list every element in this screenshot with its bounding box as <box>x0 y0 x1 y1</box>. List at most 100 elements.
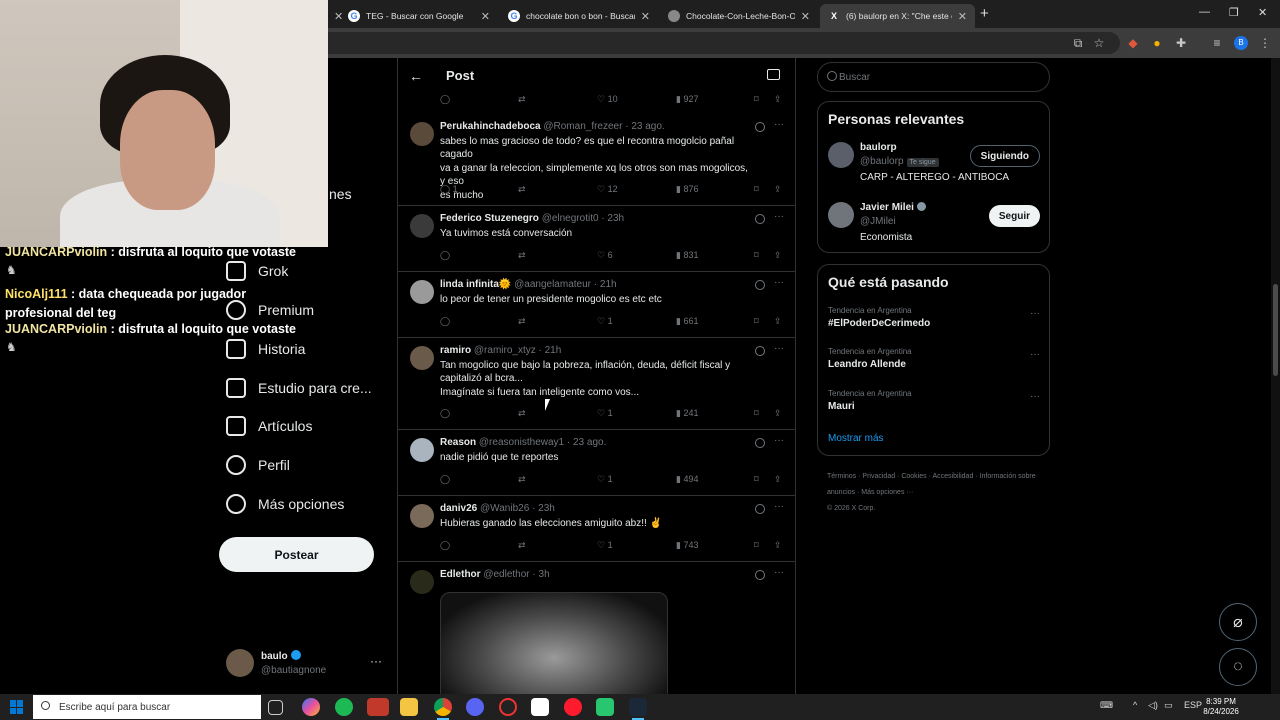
like-icon[interactable]: ♡ 1 <box>597 474 613 485</box>
reply-icon[interactable]: ◯ 1 <box>440 184 458 195</box>
follow-button[interactable]: Seguir <box>988 205 1040 227</box>
share-icon[interactable]: ⇪ <box>774 540 782 551</box>
like-icon[interactable]: ♡ 10 <box>597 94 618 105</box>
network-icon[interactable]: ▭ <box>1164 700 1173 711</box>
reply-tweet[interactable]: Reason @reasonistheway1 · 23 ago. ··· nadi… <box>398 430 795 496</box>
tweet-author-handle[interactable]: @ramiro_xtyz <box>474 345 536 356</box>
post-button[interactable]: Postear <box>219 537 374 572</box>
avatar[interactable] <box>410 122 434 146</box>
bookmark-icon[interactable]: ⌑ <box>754 250 759 261</box>
messages-fab-button[interactable]: ◌ <box>1219 648 1257 686</box>
views-icon[interactable]: ▮ 927 <box>676 94 698 105</box>
repost-icon[interactable]: ⇄ <box>518 94 526 105</box>
repost-icon[interactable]: ⇄ <box>518 250 526 261</box>
bookmark-icon[interactable]: ⌑ <box>754 474 759 485</box>
tweet-author-handle[interactable]: @elnegrotit0 <box>542 213 599 224</box>
views-icon[interactable]: ▮ 494 <box>676 474 698 485</box>
reply-tweet[interactable]: Federico Stuzenegro @elnegrotit0 · 23h ··… <box>398 206 795 272</box>
search-input[interactable] <box>839 69 1039 85</box>
more-icon[interactable]: ··· <box>774 343 784 354</box>
media-controls-icon[interactable]: ≡ <box>1210 36 1224 50</box>
avatar[interactable] <box>410 570 434 594</box>
more-icon[interactable]: ··· <box>1030 308 1040 319</box>
tweet-author-name[interactable]: Federico Stuzenegro <box>440 213 539 224</box>
footer-link[interactable]: Más opciones ··· <box>861 489 913 496</box>
like-icon[interactable]: ♡ 12 <box>597 184 618 195</box>
repost-icon[interactable]: ⇄ <box>518 474 526 485</box>
tweet-timestamp[interactable]: · 21h <box>539 345 562 356</box>
task-view-icon[interactable] <box>268 700 283 715</box>
keyboard-icon[interactable]: ⌨ <box>1100 700 1113 711</box>
reply-tweet[interactable]: daniv26 @Wanib26 · 23h ··· Hubieras ganado… <box>398 496 795 562</box>
avatar[interactable] <box>410 346 434 370</box>
voicemeeter-icon[interactable] <box>367 698 389 716</box>
search-box[interactable] <box>817 62 1050 92</box>
more-icon[interactable]: ··· <box>774 277 784 288</box>
grok-icon[interactable] <box>755 122 765 132</box>
tweet-author-handle[interactable]: @Roman_frezeer <box>543 121 622 132</box>
tweet-timestamp[interactable]: · 23 ago. <box>567 437 606 448</box>
views-icon[interactable]: ▮ 661 <box>676 316 698 327</box>
reply-tweet[interactable]: ramiro @ramiro_xtyz · 21h ··· Tan mogolico… <box>398 338 795 430</box>
opera-icon[interactable] <box>564 698 582 716</box>
footer-link[interactable]: Privacidad <box>862 473 895 480</box>
like-icon[interactable]: ♡ 1 <box>597 316 613 327</box>
account-switcher[interactable]: baulo @bautiagnone ··· <box>226 648 386 680</box>
scrollbar[interactable] <box>1271 58 1280 694</box>
share-icon[interactable]: ⇪ <box>774 408 782 419</box>
show-more-link[interactable]: Mostrar más <box>828 433 884 444</box>
avatar[interactable] <box>410 438 434 462</box>
reply-icon[interactable]: ◯ <box>440 408 450 419</box>
repost-icon[interactable]: ⇄ <box>518 408 526 419</box>
close-icon[interactable]: ✕ <box>641 10 650 23</box>
tweet-timestamp[interactable]: · 23 ago. <box>625 121 664 132</box>
views-icon[interactable]: ▮ 241 <box>676 408 698 419</box>
tweet-author-handle[interactable]: @reasonistheway1 <box>479 437 564 448</box>
file-explorer-icon[interactable] <box>400 698 418 716</box>
bookmark-icon[interactable]: ⌑ <box>754 316 759 327</box>
nav-item-premium[interactable]: Premium <box>226 298 314 322</box>
reply-tweet[interactable]: linda infinita🌞 @aangelamateur · 21h ··· l… <box>398 272 795 338</box>
obs-icon[interactable] <box>499 698 517 716</box>
share-icon[interactable]: ⇪ <box>774 474 782 485</box>
profile-avatar-icon[interactable]: B <box>1234 36 1248 50</box>
nav-item-partial[interactable]: nes <box>329 186 352 202</box>
close-icon[interactable]: ✕ <box>958 10 967 23</box>
browser-menu-icon[interactable]: ⋮ <box>1258 36 1272 50</box>
notion-icon[interactable] <box>531 698 549 716</box>
grok-icon[interactable] <box>755 346 765 356</box>
chrome-icon[interactable] <box>434 698 452 720</box>
like-icon[interactable]: ♡ 1 <box>597 408 613 419</box>
views-icon[interactable]: ▮ 876 <box>676 184 698 195</box>
grok-icon[interactable] <box>755 214 765 224</box>
tweet-timestamp[interactable]: · 3h <box>532 569 549 580</box>
discord-icon[interactable] <box>466 698 484 716</box>
windows-start-icon[interactable] <box>10 700 24 714</box>
tweet-timestamp[interactable]: · 23h <box>532 503 555 514</box>
grok-icon[interactable] <box>755 438 765 448</box>
nav-item-more-options[interactable]: Más opciones <box>226 492 344 516</box>
tweet-author-handle[interactable]: @aangelamateur <box>514 279 591 290</box>
tweet-timestamp[interactable]: · 21h <box>594 279 617 290</box>
reply-icon[interactable]: ◯ <box>440 540 450 551</box>
bookmark-icon[interactable]: ⌑ <box>754 94 759 105</box>
repost-icon[interactable]: ⇄ <box>518 540 526 551</box>
share-icon[interactable]: ⇪ <box>774 250 782 261</box>
avatar[interactable] <box>410 214 434 238</box>
tweet-author-handle[interactable]: @Wanib26 <box>480 503 529 514</box>
tab-chocolate-image[interactable]: Chocolate-Con-Leche-Bon-O-B ✕ <box>660 4 818 28</box>
tab-x-post[interactable]: X (6) baulorp en X: "Che este es n ✕ <box>820 4 975 28</box>
person-milei[interactable]: Javier Milei @JMilei Economista Seguir <box>828 202 1040 246</box>
minimize-button[interactable]: — <box>1199 6 1210 18</box>
like-icon[interactable]: ♡ 6 <box>597 250 613 261</box>
nav-item-historia[interactable]: Historia <box>226 337 305 361</box>
new-tab-button[interactable]: + <box>980 5 989 22</box>
reply-tweet[interactable]: Perukahinchadeboca @Roman_frezeer · 23 a… <box>398 114 795 206</box>
like-icon[interactable]: ♡ 1 <box>597 540 613 551</box>
tweet-author-name[interactable]: daniv26 <box>440 503 477 514</box>
tweet-author-name[interactable]: Edlethor <box>440 569 481 580</box>
following-button[interactable]: Siguiendo <box>969 145 1040 167</box>
more-icon[interactable]: ··· <box>774 211 784 222</box>
footer-link[interactable]: Cookies <box>901 473 926 480</box>
steam-icon[interactable] <box>629 698 647 720</box>
